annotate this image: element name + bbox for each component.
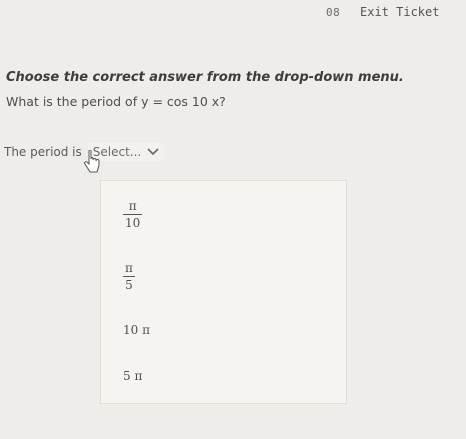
option-pi-over-10[interactable]: π 10	[123, 195, 143, 230]
numerator: π	[128, 199, 137, 213]
instruction-text: Choose the correct answer from the drop-…	[6, 70, 404, 85]
question-text: What is the period of y = cos 10 x?	[6, 94, 226, 109]
option-5-pi[interactable]: 5 π	[123, 369, 142, 383]
denominator: 10	[123, 214, 143, 230]
dropdown-menu: π 10 π 5 10 π 5 π	[100, 180, 347, 404]
page-title: Exit Ticket	[360, 5, 440, 19]
hand-pointer-icon	[84, 150, 100, 173]
fraction: π 10	[123, 199, 143, 230]
option-10-pi[interactable]: 10 π	[123, 323, 150, 337]
fraction: π 5	[123, 262, 135, 292]
option-pi-over-5[interactable]: π 5	[123, 257, 135, 292]
answer-label: The period is	[4, 145, 82, 159]
denominator: 5	[123, 276, 135, 292]
chevron-down-icon	[147, 148, 159, 156]
lesson-code: 08	[326, 6, 341, 19]
numerator: π	[125, 261, 133, 275]
